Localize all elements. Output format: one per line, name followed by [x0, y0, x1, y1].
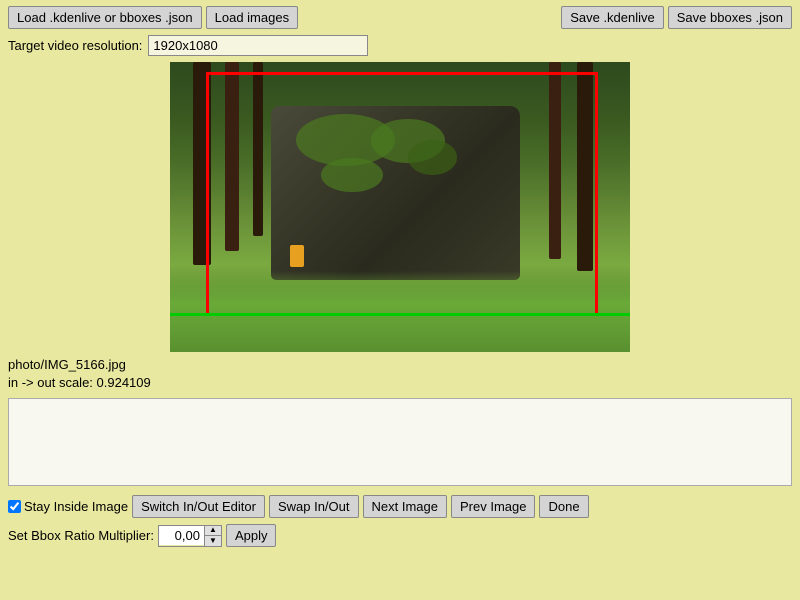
done-button[interactable]: Done — [539, 495, 588, 518]
load-kdenlive-button[interactable]: Load .kdenlive or bboxes .json — [8, 6, 202, 29]
spinner-buttons: ▲ ▼ — [204, 526, 221, 546]
apply-button[interactable]: Apply — [226, 524, 277, 547]
person-figure — [290, 245, 304, 267]
bottom-toolbar: Stay Inside Image Switch In/Out Editor S… — [0, 491, 800, 522]
moss-4 — [408, 140, 458, 175]
next-image-button[interactable]: Next Image — [363, 495, 447, 518]
ground-foliage — [170, 271, 630, 352]
image-info-section: photo/IMG_5166.jpg in -> out scale: 0.92… — [0, 352, 800, 396]
annotation-textarea[interactable] — [8, 398, 792, 486]
image-container — [0, 62, 800, 352]
spinner-up-button[interactable]: ▲ — [205, 526, 221, 536]
top-toolbar: Load .kdenlive or bboxes .json Load imag… — [0, 0, 800, 35]
bbox-ratio-spinner: ▲ ▼ — [158, 525, 222, 547]
stay-inside-label: Stay Inside Image — [24, 499, 128, 514]
resolution-label: Target video resolution: — [8, 38, 142, 53]
resolution-input[interactable] — [148, 35, 368, 56]
load-images-button[interactable]: Load images — [206, 6, 298, 29]
right-toolbar: Save .kdenlive Save bboxes .json — [561, 6, 792, 29]
image-filename: photo/IMG_5166.jpg — [8, 356, 792, 374]
tree-4 — [577, 62, 593, 271]
switch-editor-button[interactable]: Switch In/Out Editor — [132, 495, 265, 518]
resolution-row: Target video resolution: — [0, 35, 800, 62]
green-guide-line — [170, 313, 630, 316]
big-rock — [271, 106, 519, 280]
tree-1 — [193, 62, 211, 265]
save-kdenlive-button[interactable]: Save .kdenlive — [561, 6, 664, 29]
moss-3 — [321, 158, 383, 193]
image-scale: in -> out scale: 0.924109 — [8, 374, 792, 392]
tree-3 — [253, 62, 263, 236]
spinner-down-button[interactable]: ▼ — [205, 536, 221, 546]
prev-image-button[interactable]: Prev Image — [451, 495, 535, 518]
image-canvas — [170, 62, 630, 352]
bbox-ratio-row: Set Bbox Ratio Multiplier: ▲ ▼ Apply — [0, 522, 800, 549]
stay-inside-checkbox[interactable] — [8, 500, 21, 513]
textarea-section — [0, 396, 800, 491]
bbox-ratio-label: Set Bbox Ratio Multiplier: — [8, 528, 154, 543]
save-bboxes-button[interactable]: Save bboxes .json — [668, 6, 792, 29]
tree-2 — [225, 62, 239, 251]
tree-5 — [549, 62, 561, 259]
stay-inside-checkbox-label[interactable]: Stay Inside Image — [8, 499, 128, 514]
forest-background — [170, 62, 630, 352]
swap-button[interactable]: Swap In/Out — [269, 495, 359, 518]
bbox-ratio-input[interactable] — [159, 526, 204, 545]
